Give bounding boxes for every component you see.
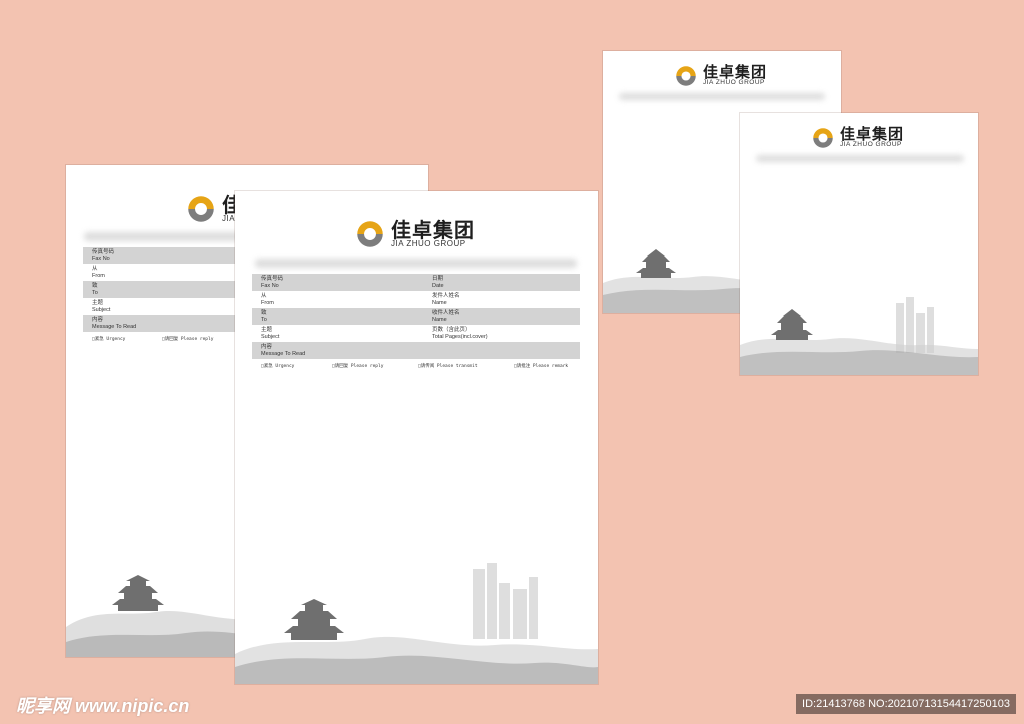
form-row: 致 To 收件人姓名 Name [252,308,580,325]
checkbox-reply[interactable]: □请回复 Please reply [162,336,213,342]
option-checkboxes: □紧急 Urgency □请回复 Please reply □请传阅 Pleas… [252,363,580,375]
checkbox-urgency[interactable]: □紧急 Urgency [92,336,125,342]
company-logo: 佳卓集团 JIA ZHUO GROUP [353,217,475,251]
fax-sheet-front: 佳卓集团 JIA ZHUO GROUP 传真号码 Fax No 日期 Date 从F… [235,191,598,684]
logo-emblem-icon [676,66,696,86]
fax-form: 传真号码 Fax No 日期 Date 从 From 发件人姓名 Name 致 To 收件… [252,274,580,375]
address-line [756,155,964,162]
logo-emblem-icon [188,196,214,222]
logo-en: JIA ZHUO GROUP [391,239,466,248]
ink-landscape-illustration [235,563,598,684]
logo-en: JIA ZHUO GROUP [840,141,902,149]
checkbox-reply[interactable]: □请回复 Please reply [332,363,383,369]
logo-emblem-icon [813,128,833,148]
form-row: 从 From 发件人姓名 Name [261,293,460,306]
company-logo: 佳卓集团 JIA ZHUO GROUP [673,63,767,89]
checkbox-remark[interactable]: □请批注 Please remark [514,363,568,369]
address-line [255,259,577,268]
form-row: 内容 Message To Read [252,342,580,359]
checkbox-transmit[interactable]: □请传阅 Please transmit [418,363,478,369]
site-watermark: 昵享网 www.nipic.cn [16,696,190,716]
notepad-sheet-b: 佳卓集团 JIA ZHUO GROUP [740,113,978,375]
logo-cn: 佳卓集团 [840,125,905,144]
logo-cn: 佳卓集团 [391,218,475,242]
address-line [619,93,825,100]
checkbox-urgency[interactable]: □紧急 Urgency [261,363,294,369]
image-id-tag: ID:21413768 NO:20210713154417250103 [796,694,1016,714]
logo-cn: 佳卓集团 [703,63,768,82]
logo-en: JIA ZHUO GROUP [703,79,765,87]
logo-emblem-icon [357,221,383,247]
ink-landscape-illustration [740,297,978,375]
company-logo: 佳卓集团 JIA ZHUO GROUP [810,125,904,151]
form-row: 主题 Subject 页数（含此页） Total Pages(incl.cover) [261,327,488,340]
form-row: 传真号码 Fax No 日期 Date [252,274,580,291]
